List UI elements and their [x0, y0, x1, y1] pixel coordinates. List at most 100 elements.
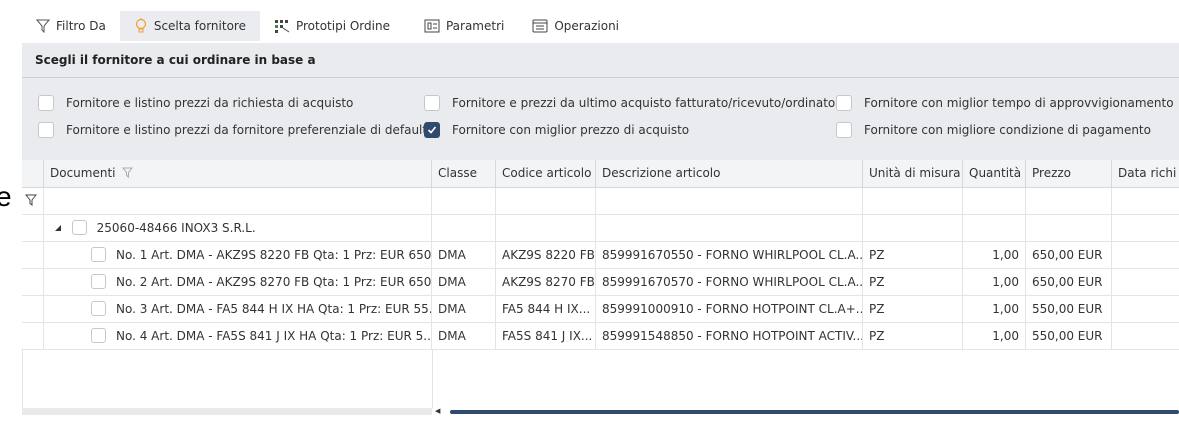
quantita-cell: 1,00	[963, 269, 1026, 295]
cell	[1026, 215, 1112, 241]
tab-parametri[interactable]: Parametri	[404, 11, 518, 41]
table-row[interactable]: No. 4 Art. DMA - FA5S 841 J IX HA Qta: 1…	[22, 323, 1179, 350]
lightbulb-icon	[135, 18, 146, 33]
um-cell: PZ	[863, 296, 963, 322]
grid-header: Documenti Classe Codice articolo Descriz…	[22, 160, 1179, 188]
filter-cell[interactable]	[44, 188, 432, 214]
option-label: Fornitore con migliore condizione di pag…	[864, 123, 1151, 137]
col-documenti[interactable]: Documenti	[44, 160, 432, 187]
tab-filtro-da[interactable]: Filtro Da	[22, 11, 120, 41]
prezzo-cell: 650,00 EUR	[1026, 242, 1112, 268]
col-classe[interactable]: Classe	[432, 160, 496, 187]
prezzo-cell: 550,00 EUR	[1026, 296, 1112, 322]
filter-icon[interactable]	[24, 194, 38, 206]
option-listino-richiesta[interactable]: Fornitore e listino prezzi da richiesta …	[38, 95, 353, 111]
row-checkbox[interactable]	[91, 247, 106, 262]
row-checkbox[interactable]	[91, 301, 106, 316]
tab-label: Prototipi Ordine	[295, 19, 390, 33]
horizontal-scroll-thumb[interactable]	[450, 410, 1179, 414]
table-row[interactable]: No. 1 Art. DMA - AKZ9S 8220 FB Qta: 1 Pr…	[22, 242, 1179, 269]
gutter-line	[22, 350, 23, 408]
data-richiesta-cell	[1112, 269, 1179, 295]
documents-grid: Documenti Classe Codice articolo Descriz…	[22, 160, 1179, 415]
um-cell: PZ	[863, 269, 963, 295]
option-label: Fornitore e prezzi da ultimo acquisto fa…	[452, 96, 836, 110]
cell	[432, 215, 496, 241]
doc-cell: No. 3 Art. DMA - FA5 844 H IX HA Qta: 1 …	[110, 296, 432, 322]
row-checkbox[interactable]	[91, 274, 106, 289]
group-row[interactable]: 25060-48466 INOX3 S.R.L.	[22, 215, 1179, 242]
classe-cell: DMA	[432, 296, 496, 322]
option-condizione-pagamento[interactable]: Fornitore con migliore condizione di pag…	[836, 122, 1151, 138]
filter-cell[interactable]	[1026, 188, 1112, 214]
cell	[863, 215, 963, 241]
um-cell: PZ	[863, 323, 963, 349]
option-fornitore-preferenziale[interactable]: Fornitore e listino prezzi da fornitore …	[38, 122, 427, 138]
row-checkbox[interactable]	[91, 328, 106, 343]
col-data-richiesta[interactable]: Data richi	[1112, 160, 1179, 187]
frozen-divider	[432, 350, 433, 408]
col-unita-misura[interactable]: Unità di misura	[863, 160, 963, 187]
prezzo-cell: 550,00 EUR	[1026, 323, 1112, 349]
filter-icon[interactable]	[122, 167, 134, 178]
group-label: 25060-48466 INOX3 S.R.L.	[96, 221, 256, 235]
filter-row-cell[interactable]	[22, 188, 44, 214]
classe-cell: DMA	[432, 269, 496, 295]
filter-cell[interactable]	[863, 188, 963, 214]
col-prezzo[interactable]: Prezzo	[1026, 160, 1112, 187]
checkmark-icon	[427, 126, 437, 134]
checkbox-checked[interactable]	[424, 122, 440, 138]
quantita-cell: 1,00	[963, 296, 1026, 322]
filter-cell[interactable]	[432, 188, 496, 214]
col-quantita[interactable]: Quantità	[963, 160, 1026, 187]
data-richiesta-cell	[1112, 323, 1179, 349]
classe-cell: DMA	[432, 323, 496, 349]
option-label: Fornitore e listino prezzi da richiesta …	[66, 96, 354, 110]
checkbox[interactable]	[38, 95, 54, 111]
option-miglior-prezzo[interactable]: Fornitore con miglior prezzo di acquisto	[424, 122, 689, 138]
row-gutter	[22, 215, 44, 241]
checkbox[interactable]	[836, 122, 852, 138]
checkbox[interactable]	[38, 122, 54, 138]
data-richiesta-cell	[1112, 296, 1179, 322]
filter-cell[interactable]	[596, 188, 863, 214]
option-ultimo-acquisto[interactable]: Fornitore e prezzi da ultimo acquisto fa…	[424, 95, 835, 111]
tab-prototipi-ordine[interactable]: Prototipi Ordine	[260, 11, 404, 41]
stray-glyph: e	[0, 181, 12, 212]
filter-cell[interactable]	[496, 188, 596, 214]
frozen-scroll-area	[22, 408, 432, 415]
col-descrizione-articolo[interactable]: Descrizione articolo	[596, 160, 863, 187]
quantita-cell: 1,00	[963, 242, 1026, 268]
prezzo-cell: 650,00 EUR	[1026, 269, 1112, 295]
option-label: Fornitore con miglior tempo di approvvig…	[864, 96, 1174, 110]
tab-operazioni[interactable]: Operazioni	[518, 11, 633, 41]
cell	[596, 215, 863, 241]
checkbox[interactable]	[836, 95, 852, 111]
cell	[1112, 215, 1179, 241]
doc-cell: No. 2 Art. DMA - AKZ9S 8270 FB Qta: 1 Pr…	[110, 269, 432, 295]
checkbox[interactable]	[424, 95, 440, 111]
cell	[496, 215, 596, 241]
row-gutter	[22, 323, 44, 349]
um-cell: PZ	[863, 242, 963, 268]
tab-label: Operazioni	[554, 19, 620, 33]
codice-cell: AKZ9S 8270 FB	[496, 269, 596, 295]
descrizione-cell: 859991548850 - FORNO HOTPOINT ACTIV...	[596, 323, 863, 349]
collapse-arrow-icon[interactable]	[54, 224, 62, 232]
group-cell[interactable]: 25060-48466 INOX3 S.R.L.	[44, 215, 432, 241]
doc-cell: No. 4 Art. DMA - FA5S 841 J IX HA Qta: 1…	[110, 323, 432, 349]
tab-label: Filtro Da	[56, 19, 106, 33]
scroll-left-arrow-icon[interactable]: ◀	[435, 407, 440, 415]
filter-cell[interactable]	[1112, 188, 1179, 214]
option-miglior-tempo[interactable]: Fornitore con miglior tempo di approvvig…	[836, 95, 1174, 111]
col-label: Documenti	[50, 166, 116, 180]
table-row[interactable]: No. 2 Art. DMA - AKZ9S 8270 FB Qta: 1 Pr…	[22, 269, 1179, 296]
descrizione-cell: 859991000910 - FORNO HOTPOINT CL.A+...	[596, 296, 863, 322]
table-row[interactable]: No. 3 Art. DMA - FA5 844 H IX HA Qta: 1 …	[22, 296, 1179, 323]
filter-cell[interactable]	[963, 188, 1026, 214]
col-codice-articolo[interactable]: Codice articolo	[496, 160, 596, 187]
tab-scelta-fornitore[interactable]: Scelta fornitore	[119, 11, 260, 41]
row-gutter	[22, 269, 44, 295]
group-checkbox[interactable]	[71, 220, 87, 235]
codice-cell: FA5 844 H IX...	[496, 296, 596, 322]
